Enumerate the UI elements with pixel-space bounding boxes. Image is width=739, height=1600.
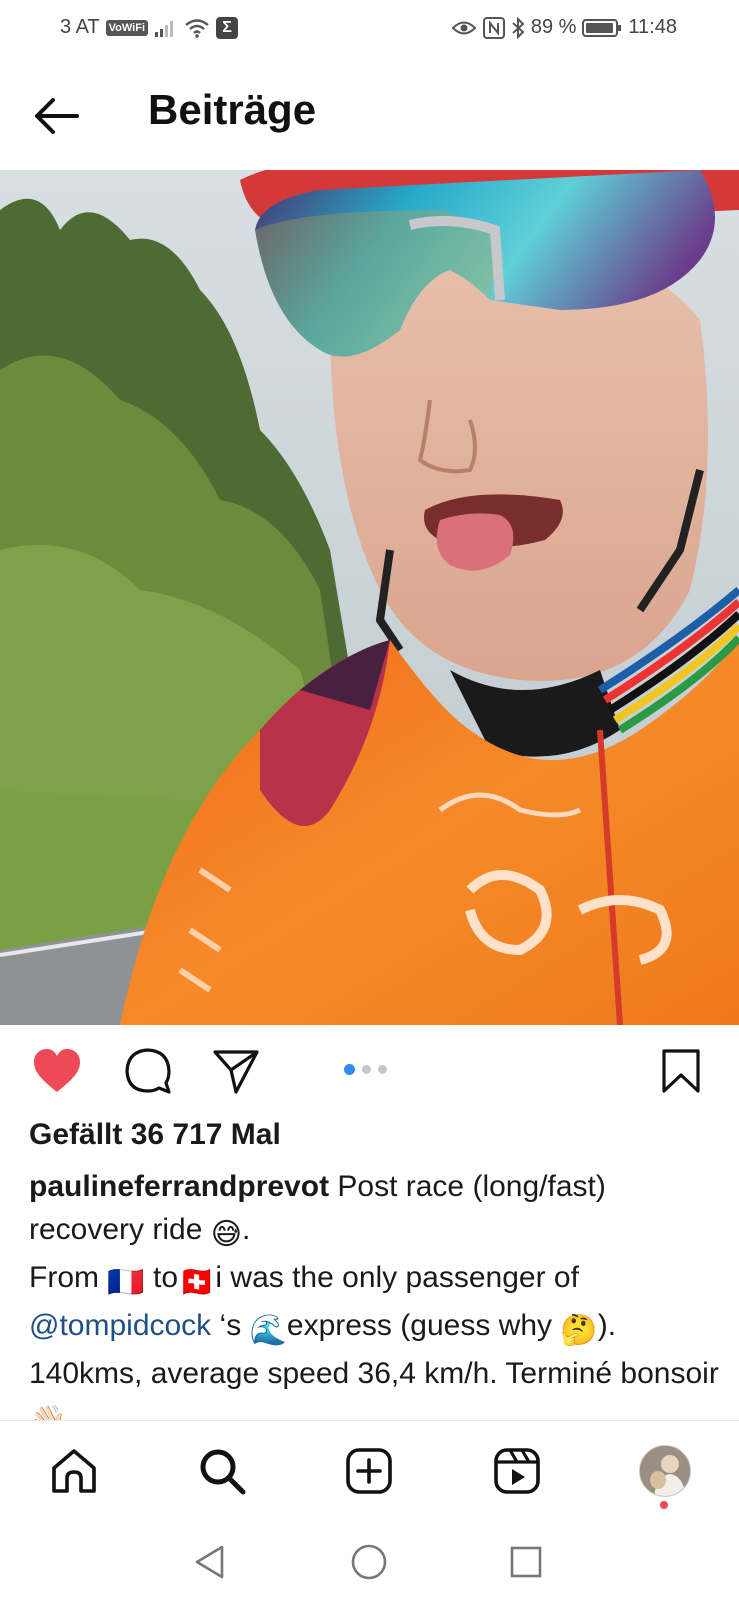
carousel-indicator (344, 1064, 387, 1075)
caption-text: express (guess why (286, 1309, 561, 1342)
profile-avatar (639, 1445, 691, 1497)
eye-icon (451, 18, 477, 38)
app-header: Beiträge (0, 70, 739, 166)
flag-france-emoji: 🇫🇷 (107, 1266, 145, 1299)
post-caption: paulineferrandprevot Post race (long/fas… (29, 1165, 719, 1443)
recents-icon (510, 1546, 542, 1578)
save-button[interactable] (653, 1043, 709, 1099)
carousel-dot (362, 1065, 371, 1074)
flag-switzerland-emoji: 🇨🇭 (178, 1266, 216, 1299)
vowifi-badge: VoWiFi (105, 19, 149, 36)
signal-icon (154, 18, 178, 38)
likes-count[interactable]: Gefällt 36 717 Mal (29, 1118, 281, 1152)
nav-profile[interactable] (635, 1441, 695, 1501)
system-back-button[interactable] (188, 1540, 232, 1584)
bluetooth-icon (511, 16, 525, 39)
bookmark-icon (662, 1049, 700, 1093)
caption-text: From (29, 1261, 108, 1294)
reels-icon (494, 1448, 540, 1494)
mention-link[interactable]: @tompidcock (29, 1309, 211, 1342)
carousel-dot (378, 1065, 387, 1074)
status-bar: 3 AT VoWiFi Σ 89 % 11:48 (0, 0, 739, 56)
status-left: 3 AT VoWiFi Σ (60, 16, 239, 39)
home-circle-icon (351, 1544, 387, 1580)
arrow-left-icon (35, 98, 79, 134)
cyclist-selfie-photo (0, 170, 739, 1025)
notification-dot (660, 1501, 668, 1509)
nav-reels[interactable] (487, 1441, 547, 1501)
caption-text: . (242, 1213, 251, 1246)
sweat-smile-emoji: 😅 (210, 1218, 243, 1251)
status-right: 89 % 11:48 (451, 16, 677, 39)
bottom-nav (0, 1420, 739, 1520)
post-action-bar (0, 1035, 739, 1107)
share-button[interactable] (208, 1043, 264, 1099)
comment-icon (125, 1048, 171, 1094)
paper-plane-icon (213, 1050, 259, 1094)
system-home-button[interactable] (347, 1540, 391, 1584)
carrier-label: 3 AT (60, 16, 100, 38)
caption-text: ‘s (211, 1309, 250, 1342)
nav-search[interactable] (192, 1441, 252, 1501)
home-icon (52, 1449, 96, 1493)
caption-username[interactable]: paulineferrandprevot (29, 1170, 329, 1203)
nfc-icon (482, 16, 505, 39)
clock: 11:48 (628, 16, 677, 38)
system-recents-button[interactable] (504, 1540, 548, 1584)
battery-percent: 89 % (530, 16, 577, 38)
post-image[interactable] (0, 170, 739, 1025)
wifi-icon (184, 18, 210, 38)
battery-icon (582, 18, 622, 38)
create-icon (346, 1448, 392, 1494)
system-nav-bar (0, 1520, 739, 1600)
like-button[interactable] (29, 1043, 85, 1099)
nav-home[interactable] (44, 1441, 104, 1501)
thinking-emoji: 🤔 (560, 1314, 598, 1347)
caption-text: i was the only passenger of (215, 1261, 579, 1294)
search-icon (200, 1449, 246, 1495)
caption-text: to (144, 1261, 179, 1294)
back-button[interactable] (28, 88, 84, 144)
carousel-dot-active (344, 1064, 355, 1075)
back-icon (195, 1545, 224, 1579)
page-title: Beiträge (148, 86, 317, 133)
heart-filled-icon (34, 1049, 80, 1092)
wave-emoji: 🌊 (249, 1314, 287, 1347)
sigma-icon: Σ (216, 16, 239, 39)
comment-button[interactable] (120, 1043, 176, 1099)
nav-create[interactable] (339, 1441, 399, 1501)
